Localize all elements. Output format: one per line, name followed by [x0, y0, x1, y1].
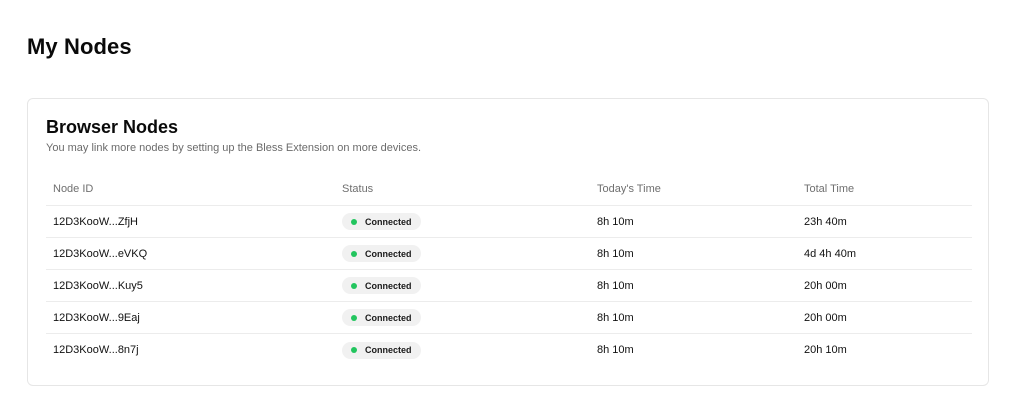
status-label: Connected — [365, 248, 412, 259]
status-badge: Connected — [342, 341, 421, 359]
nodes-table: Node ID Status Today's Time Total Time 1… — [46, 173, 972, 366]
status-label: Connected — [365, 312, 412, 323]
node-id-cell: 12D3KooW...eVKQ — [53, 247, 148, 260]
column-header-todays-time: Today's Time — [597, 183, 661, 195]
table-header-row: Node ID Status Today's Time Total Time — [46, 173, 972, 206]
status-badge: Connected — [342, 309, 421, 326]
status-cell: Connected — [342, 270, 421, 301]
status-label: Connected — [365, 216, 412, 227]
page-title: My Nodes — [27, 34, 132, 59]
table-row: 12D3KooW...9Eaj Connected 8h 10m 20h 00m — [46, 302, 972, 334]
column-header-total-time: Total Time — [804, 183, 855, 195]
status-dot-icon — [351, 250, 357, 257]
status-cell: Connected — [342, 206, 421, 237]
table-row: 12D3KooW...Kuy5 Connected 8h 10m 20h 00m — [46, 270, 972, 302]
status-dot-icon — [351, 314, 357, 321]
todays-time-cell: 8h 10m — [597, 279, 634, 292]
browser-nodes-card: Browser Nodes You may link more nodes by… — [27, 98, 989, 386]
todays-time-cell: 8h 10m — [597, 344, 634, 356]
node-id-cell: 12D3KooW...Kuy5 — [53, 279, 143, 292]
status-cell: Connected — [342, 302, 421, 333]
status-badge: Connected — [342, 213, 421, 230]
total-time-cell: 4d 4h 40m — [804, 247, 856, 260]
table-row: 12D3KooW...8n7j Connected 8h 10m 20h 10m — [46, 334, 972, 366]
node-id-cell: 12D3KooW...ZfjH — [53, 215, 138, 228]
status-label: Connected — [365, 345, 412, 355]
table-row: 12D3KooW...eVKQ Connected 8h 10m 4d 4h 4… — [46, 238, 972, 270]
total-time-cell: 20h 00m — [804, 311, 847, 324]
node-id-cell: 12D3KooW...8n7j — [53, 344, 139, 356]
column-header-status: Status — [342, 183, 374, 195]
card-title: Browser Nodes — [46, 117, 179, 137]
todays-time-cell: 8h 10m — [597, 311, 634, 324]
table-row: 12D3KooW...ZfjH Connected 8h 10m 23h 40m — [46, 206, 972, 238]
status-badge: Connected — [342, 277, 421, 294]
column-header-node-id: Node ID — [53, 183, 94, 195]
card-subtitle: You may link more nodes by setting up th… — [46, 142, 422, 154]
status-dot-icon — [351, 218, 357, 225]
status-dot-icon — [351, 282, 357, 289]
total-time-cell: 23h 40m — [804, 215, 847, 228]
status-cell: Connected — [342, 238, 421, 269]
status-dot-icon — [351, 347, 357, 353]
todays-time-cell: 8h 10m — [597, 247, 634, 260]
status-label: Connected — [365, 280, 412, 291]
status-badge: Connected — [342, 245, 421, 262]
status-cell: Connected — [342, 334, 421, 366]
total-time-cell: 20h 00m — [804, 279, 847, 292]
node-id-cell: 12D3KooW...9Eaj — [53, 311, 140, 324]
total-time-cell: 20h 10m — [804, 344, 847, 356]
todays-time-cell: 8h 10m — [597, 215, 634, 228]
